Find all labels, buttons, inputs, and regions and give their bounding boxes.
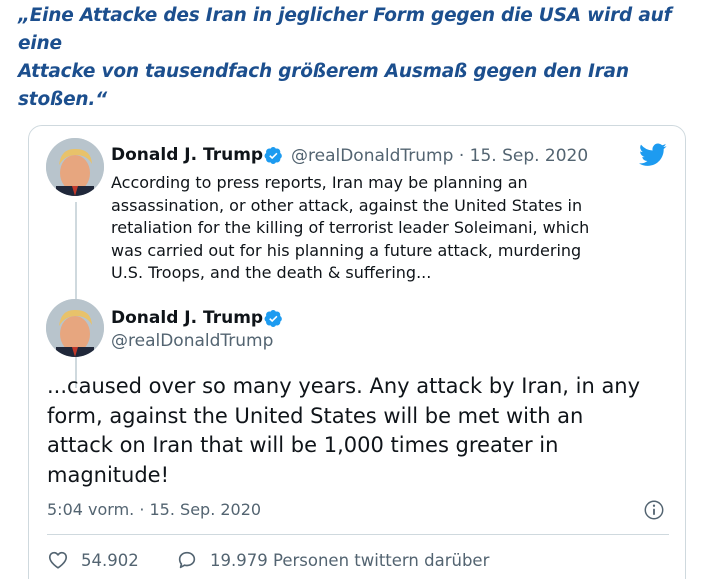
- author-name[interactable]: Donald J. Trump: [111, 308, 263, 328]
- tweet-text-line: ...caused over so many years. Any attack…: [47, 374, 641, 398]
- tweet-text-line: form, against the United States will be …: [47, 403, 584, 428]
- author-name[interactable]: Donald J. Trump: [111, 145, 263, 165]
- author-handle-and-date[interactable]: @realDonaldTrump · 15. Sep. 2020: [291, 146, 588, 166]
- conversation-button[interactable]: 19.979 Personen twittern darüber: [176, 548, 489, 572]
- quoted-text-line: assassination, or other attack, against …: [111, 195, 583, 215]
- speech-bubble-icon: [178, 551, 196, 569]
- quoted-text-line: According to press reports, Iran may be …: [111, 173, 528, 192]
- verified-badge-icon: [264, 147, 282, 164]
- tweet-text: ...caused over so many years. Any attack…: [47, 372, 677, 490]
- tweet-text-line: magnitude!: [47, 462, 170, 487]
- divider: [47, 534, 669, 535]
- quoted-text-line: was carried out for his planning a futur…: [111, 240, 582, 260]
- like-button[interactable]: 54.902: [47, 548, 139, 572]
- headline-line-1: „Eine Attacke des Iran in jeglicher Form…: [18, 5, 672, 54]
- headline-line-2: Attacke von tausendfach größerem Ausmaß …: [18, 61, 629, 110]
- avatar[interactable]: [46, 138, 104, 196]
- tweet-text-line: attack on Iran that will be 1,000 times …: [47, 433, 559, 457]
- quoted-text-line: retaliation for the killing of terrorist…: [111, 218, 590, 237]
- quoted-tweet-text: According to press reports, Iran may be …: [111, 172, 671, 285]
- conversation-count: 19.979 Personen twittern darüber: [210, 550, 490, 570]
- author-handle[interactable]: @realDonaldTrump: [111, 331, 273, 351]
- tweet-timestamp[interactable]: 5:04 vorm. · 15. Sep. 2020: [47, 500, 261, 519]
- heart-icon: [48, 551, 68, 569]
- verified-badge-icon: [264, 310, 282, 327]
- like-count: 54.902: [81, 550, 139, 570]
- embedded-tweet-card[interactable]: Donald J. Trump @realDonaldTrump · 15. S…: [28, 125, 686, 579]
- info-icon[interactable]: [643, 499, 665, 521]
- article-headline: „Eine Attacke des Iran in jeglicher Form…: [18, 2, 698, 114]
- avatar[interactable]: [46, 299, 104, 357]
- thread-connector-line: [75, 202, 77, 388]
- quoted-text-line: U.S. Troops, and the death & suffering..…: [111, 263, 432, 282]
- twitter-bird-icon[interactable]: [639, 143, 667, 167]
